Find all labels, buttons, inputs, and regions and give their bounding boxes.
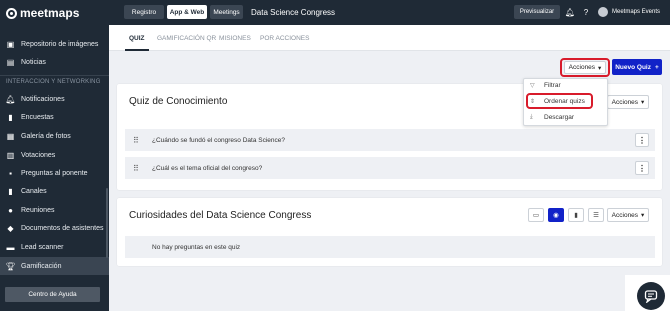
sidebar-item-documentos[interactable]: ◆ Documentos de asistentes [0, 219, 109, 237]
sidebar-item-label: Notificaciones [21, 95, 65, 103]
segment-registro[interactable]: Registro [124, 5, 164, 19]
quiz-title: Quiz de Conocimiento [129, 96, 228, 107]
empty-state-text: No hay preguntas en este quiz [152, 244, 241, 251]
scanner-icon: ▬ [6, 242, 15, 252]
news-icon: ▤ [6, 57, 15, 67]
quiz-title: Curiosidades del Data Science Congress [129, 210, 312, 221]
tab-misiones[interactable]: MISIONES [219, 35, 251, 42]
avatar[interactable] [598, 7, 608, 17]
acciones-label: Acciones [611, 211, 639, 219]
menu-item-descargar[interactable]: ⤓ Descargar [530, 114, 574, 121]
photo-gallery-icon: ▦ [6, 131, 15, 141]
sidebar-item-preguntas[interactable]: ▪ Preguntas al ponente [0, 164, 109, 182]
sidebar-item-label: Gamificación [21, 262, 62, 270]
new-quiz-button[interactable]: Nuevo Quiz + [612, 59, 662, 75]
meetmaps-logo[interactable]: meetmaps [6, 6, 79, 20]
menu-item-label: Filtrar [544, 82, 561, 89]
question-text: ¿Cuál es el tema oficial del congreso? [152, 164, 263, 172]
download-icon: ⤓ [530, 114, 533, 120]
acciones-dropdown-button[interactable]: Acciones ▾ [607, 208, 649, 222]
sidebar-item-notificaciones[interactable]: 🔔︎ Notificaciones [0, 90, 109, 108]
sidebar-item-lead-scanner[interactable]: ▬ Lead scanner [0, 238, 109, 256]
chat-icon [644, 290, 658, 303]
help-center-button[interactable]: Centro de Ayuda [5, 287, 100, 302]
segment-app-web[interactable]: App & Web [167, 5, 207, 19]
screen-icon[interactable]: ▭ [528, 208, 544, 222]
eye-icon[interactable]: ◉ [548, 208, 564, 222]
user-name[interactable]: Meetmaps Events [612, 9, 660, 15]
more-options-icon[interactable]: ⋮ [635, 133, 649, 147]
tab-quiz[interactable]: QUIZ [129, 35, 145, 42]
sidebar-item-repositorio[interactable]: ▣ Repositorio de imágenes [0, 35, 109, 53]
preview-button[interactable]: Previsualizar [514, 5, 560, 19]
new-quiz-label: Nuevo Quiz [615, 63, 651, 71]
sidebar-item-encuestas[interactable]: ▮ Encuestas [0, 108, 109, 126]
highlight-annotation [560, 58, 610, 77]
sidebar-item-label: Reuniones [21, 206, 55, 214]
lock-icon[interactable]: ▮ [568, 208, 584, 222]
event-title: Data Science Congress [251, 8, 336, 17]
tab-gamificacion-qr[interactable]: GAMIFICACIÓN QR [157, 35, 216, 42]
sidebar-scrollbar[interactable] [106, 188, 108, 258]
bell-icon: 🔔︎ [5, 94, 16, 104]
question-row[interactable]: ⠿ ¿Cuándo se fundó el congreso Data Scie… [125, 129, 655, 151]
sidebar-item-galeria[interactable]: ▦ Galería de fotos [0, 127, 109, 145]
sidebar-item-label: Galería de fotos [21, 132, 71, 140]
sidebar-item-reuniones[interactable]: ● Reuniones [0, 201, 109, 219]
segment-meetings[interactable]: Meetings [210, 5, 243, 19]
sidebar-item-canales[interactable]: ▮ Canales [0, 182, 109, 200]
sidebar-item-label: Documentos de asistentes [21, 224, 104, 232]
sidebar-section-label: INTERACCION Y NETWORKING [6, 79, 101, 85]
more-options-icon[interactable]: ⋮ [635, 161, 649, 175]
sidebar-item-label: Noticias [21, 58, 46, 66]
tab-bar: QUIZ GAMIFICACIÓN QR MISIONES POR ACCION… [109, 25, 670, 51]
question-row[interactable]: ⠿ ¿Cuál es el tema oficial del congreso?… [125, 157, 655, 179]
acciones-dropdown-button[interactable]: Acciones ▾ [607, 95, 649, 109]
plus-icon: + [654, 63, 659, 71]
channels-icon: ▮ [8, 186, 13, 196]
tab-por-acciones[interactable]: POR ACCIONES [260, 35, 309, 42]
drag-handle-icon[interactable]: ⠿ [133, 164, 139, 173]
sidebar-item-noticias[interactable]: ▤ Noticias [0, 53, 109, 71]
question-text: ¿Cuándo se fundó el congreso Data Scienc… [152, 136, 285, 144]
sidebar-item-label: Canales [21, 187, 47, 195]
help-icon[interactable]: ? [581, 7, 591, 17]
logo-text: meetmaps [20, 6, 80, 20]
sidebar: meetmaps ▣ Repositorio de imágenes ▤ Not… [0, 0, 109, 311]
documents-icon: ◆ [7, 223, 14, 233]
chat-button[interactable] [637, 282, 665, 310]
question-icon: ▪ [9, 168, 12, 178]
drag-handle-icon[interactable]: ⠿ [133, 136, 139, 145]
trophy-icon: 🏆︎ [5, 261, 16, 271]
acciones-label: Acciones [611, 98, 639, 106]
vote-icon: ▥ [6, 150, 15, 160]
image-icon: ▣ [6, 39, 15, 49]
sidebar-item-label: Encuestas [21, 113, 54, 121]
menu-item-filtrar[interactable]: ▽ Filtrar [530, 82, 561, 89]
survey-icon: ▮ [8, 112, 13, 122]
logo-icon [6, 7, 17, 19]
bell-icon[interactable]: 🔔︎ [565, 7, 575, 17]
sidebar-item-votaciones[interactable]: ▥ Votaciones [0, 146, 109, 164]
meeting-icon: ● [8, 205, 13, 215]
sidebar-item-label: Lead scanner [21, 243, 64, 251]
topbar: Registro App & Web Meetings Data Science… [109, 0, 670, 25]
sidebar-item-gamificacion[interactable]: 🏆︎ Gamificación [0, 257, 109, 275]
sidebar-item-label: Preguntas al ponente [21, 169, 88, 177]
highlight-annotation [526, 93, 593, 109]
sidebar-divider [0, 75, 109, 76]
active-tab-indicator [125, 49, 149, 51]
sidebar-item-label: Votaciones [21, 151, 56, 159]
caret-down-icon: ▾ [641, 99, 645, 106]
menu-item-label: Descargar [544, 114, 574, 121]
list-icon[interactable]: ☰ [588, 208, 604, 222]
filter-icon: ▽ [530, 83, 535, 89]
empty-state-row: No hay preguntas en este quiz [125, 236, 655, 258]
sidebar-item-label: Repositorio de imágenes [21, 40, 99, 48]
caret-down-icon: ▾ [641, 212, 645, 219]
